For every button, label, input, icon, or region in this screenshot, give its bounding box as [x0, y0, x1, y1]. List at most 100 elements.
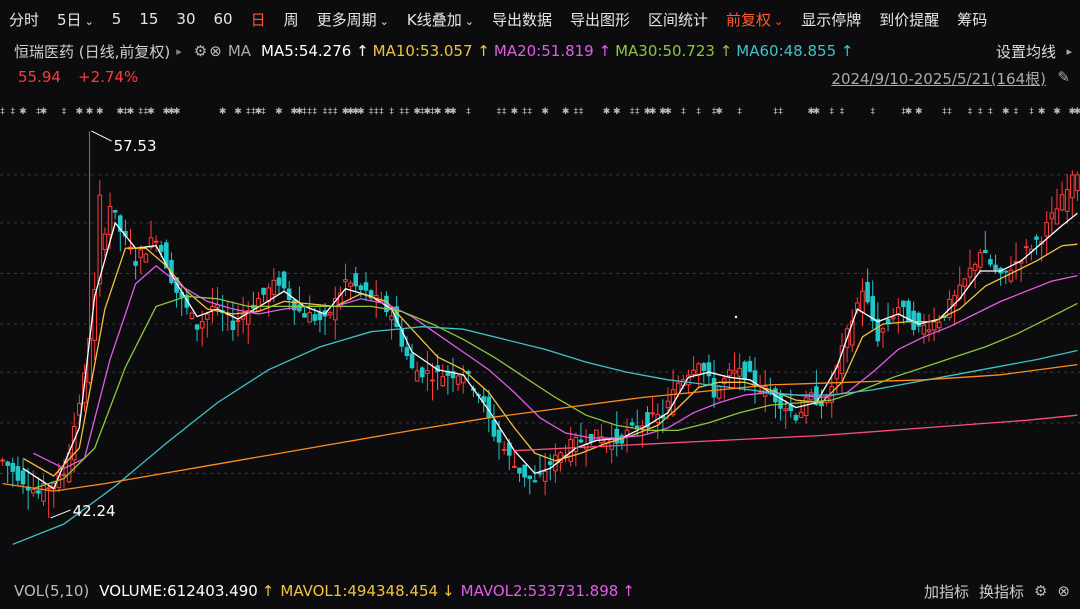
event-marker: ✱	[234, 107, 242, 117]
event-marker: ‡	[333, 107, 338, 117]
candle-body	[486, 396, 492, 418]
toolbar-item-label: 15	[139, 10, 159, 28]
candle-body	[896, 307, 901, 315]
candle-body	[199, 320, 205, 329]
toolbar-item-label: 区间统计	[647, 10, 708, 29]
toolbar-item[interactable]: 5日 ⌄	[48, 9, 103, 30]
toolbar-item-label: 5	[111, 10, 122, 28]
price-change: +2.74%	[78, 68, 139, 86]
toolbar-item-label: 导出数据	[491, 10, 552, 29]
candle-body	[271, 279, 277, 295]
set-ma-button[interactable]: 设置均线	[996, 41, 1056, 62]
toolbar-item-label: K线叠加	[406, 10, 462, 29]
toolbar-item[interactable]: 周	[275, 9, 308, 30]
candle-body	[307, 312, 312, 323]
gear-icon[interactable]: ⚙	[1034, 582, 1047, 600]
candle-body	[491, 419, 497, 437]
toolbar-item[interactable]: 15	[130, 10, 167, 28]
event-marker: ‡	[62, 107, 67, 117]
chevron-down-icon: ⌄	[774, 14, 784, 28]
gear-icon[interactable]: ⚙	[194, 42, 207, 60]
toolbar-item[interactable]: 导出图形	[561, 9, 639, 30]
event-marker: ✱	[613, 107, 621, 117]
candle-body	[153, 240, 159, 243]
toolbar-item[interactable]: 更多周期 ⌄	[308, 9, 398, 30]
toolbar-item[interactable]: 筹码	[948, 9, 996, 30]
toolbar-item[interactable]: 前复权 ⌄	[717, 9, 792, 30]
candle-body	[112, 210, 118, 213]
event-marker: ‡	[1014, 107, 1019, 117]
candle-body	[455, 375, 461, 385]
toolbar-item[interactable]: 分时	[0, 9, 48, 30]
event-marker: ✱	[357, 107, 365, 117]
toolbar-item-label: 前复权	[725, 10, 771, 29]
event-marker: ✱	[434, 107, 442, 117]
event-marker: ‡	[1029, 107, 1034, 117]
candle-body	[977, 252, 983, 268]
toolbar-item[interactable]: 显示停牌	[792, 9, 870, 30]
candle-body	[419, 367, 425, 378]
toolbar-item[interactable]: 到价提醒	[870, 9, 948, 30]
candle-body	[706, 362, 712, 377]
candle-body	[547, 461, 553, 465]
event-marker: ‡	[405, 107, 410, 117]
toolbar-item[interactable]: 日	[242, 9, 275, 30]
ma-number: 48.855	[783, 42, 837, 60]
candle-body	[256, 297, 261, 312]
annotation-label: 57.53	[114, 137, 157, 155]
candle-body	[512, 465, 517, 468]
candle-body	[716, 386, 722, 399]
event-marker: ‡	[870, 107, 875, 117]
candle-body	[0, 459, 5, 462]
chevron-down-icon: ⌄	[379, 14, 389, 28]
toolbar-item[interactable]: 区间统计	[639, 9, 717, 30]
event-marker: ✱	[511, 107, 519, 117]
candle-body	[629, 422, 635, 426]
toolbar-item[interactable]: 30	[167, 10, 204, 28]
candle-body	[1034, 236, 1039, 240]
down-arrow-icon: ↓	[442, 582, 455, 600]
indicator-header: 恒瑞医药 (日线,前复权) ▸ ⚙ ⊗ MA MA5:54.276 ↑ MA10:…	[0, 40, 1080, 62]
event-marker: ✱	[813, 107, 821, 117]
candle-body	[737, 367, 742, 377]
ma-value: MA20:51.819 ↑	[494, 42, 611, 60]
period-toolbar: 分时 5日 ⌄ 5 15 30 60 日周更多周期 ⌄ K线叠加 ⌄ 导出数据 导出图形 区间统计 前复权 ⌄…	[0, 0, 1080, 38]
close-icon[interactable]: ⊗	[1057, 582, 1070, 600]
switch-indicator-button[interactable]: 换指标	[979, 581, 1024, 602]
event-marker: ‡	[261, 107, 266, 117]
candle-body	[875, 318, 881, 342]
ma-name: MA10	[372, 42, 415, 60]
candle-body	[926, 329, 932, 333]
candle-body	[542, 471, 548, 482]
close-icon[interactable]: ⊗	[209, 42, 222, 60]
ma-line-ma60	[12, 326, 1078, 545]
up-arrow-icon: ↑	[472, 42, 490, 60]
kline-chart[interactable]: ‡ ‡ ✱ ‡ ✱ ‡ ✱ ✱ ✱ ✱ ‡ ✱ ‡ ‡ ✱ ✱✱✱ ✱ ✱ ‡ ‡ ✱ ‡ ✱ ✱✱ ‡ ‡ ‡ ‡ ‡ ‡ ✱✱✱✱ ‡ ‡ ‡…	[0, 92, 1080, 578]
add-indicator-button[interactable]: 加指标	[924, 581, 969, 602]
toolbar-item[interactable]: 5	[103, 10, 131, 28]
toolbar-item[interactable]: 导出数据	[483, 9, 561, 30]
candle-body	[783, 408, 788, 412]
toolbar-item[interactable]: K线叠加 ⌄	[398, 9, 483, 30]
candle-body	[133, 261, 138, 266]
event-marker: ✱	[173, 107, 181, 117]
candle-body	[102, 233, 108, 251]
candle-body	[138, 249, 144, 258]
event-marker: ‡	[778, 107, 783, 117]
ma-number: 51.819	[541, 42, 594, 60]
settings-arrow-icon[interactable]: ▸	[1066, 45, 1072, 58]
toolbar-item[interactable]: 60	[205, 10, 242, 28]
ma-number: 50.723	[662, 42, 715, 60]
candle-body	[189, 312, 195, 320]
event-marker: ✱	[96, 107, 104, 117]
candle-body	[988, 259, 993, 265]
candle-body	[1070, 174, 1075, 199]
expand-arrow-icon[interactable]: ▸	[176, 45, 182, 58]
candle-body	[302, 313, 307, 318]
pin-icon[interactable]: ✎	[1057, 68, 1070, 86]
event-marker: ✱	[219, 107, 227, 117]
event-marker: ✱	[664, 107, 672, 117]
ma-name: MA60	[736, 42, 779, 60]
candle-body	[691, 369, 696, 376]
candle-body	[522, 464, 527, 478]
